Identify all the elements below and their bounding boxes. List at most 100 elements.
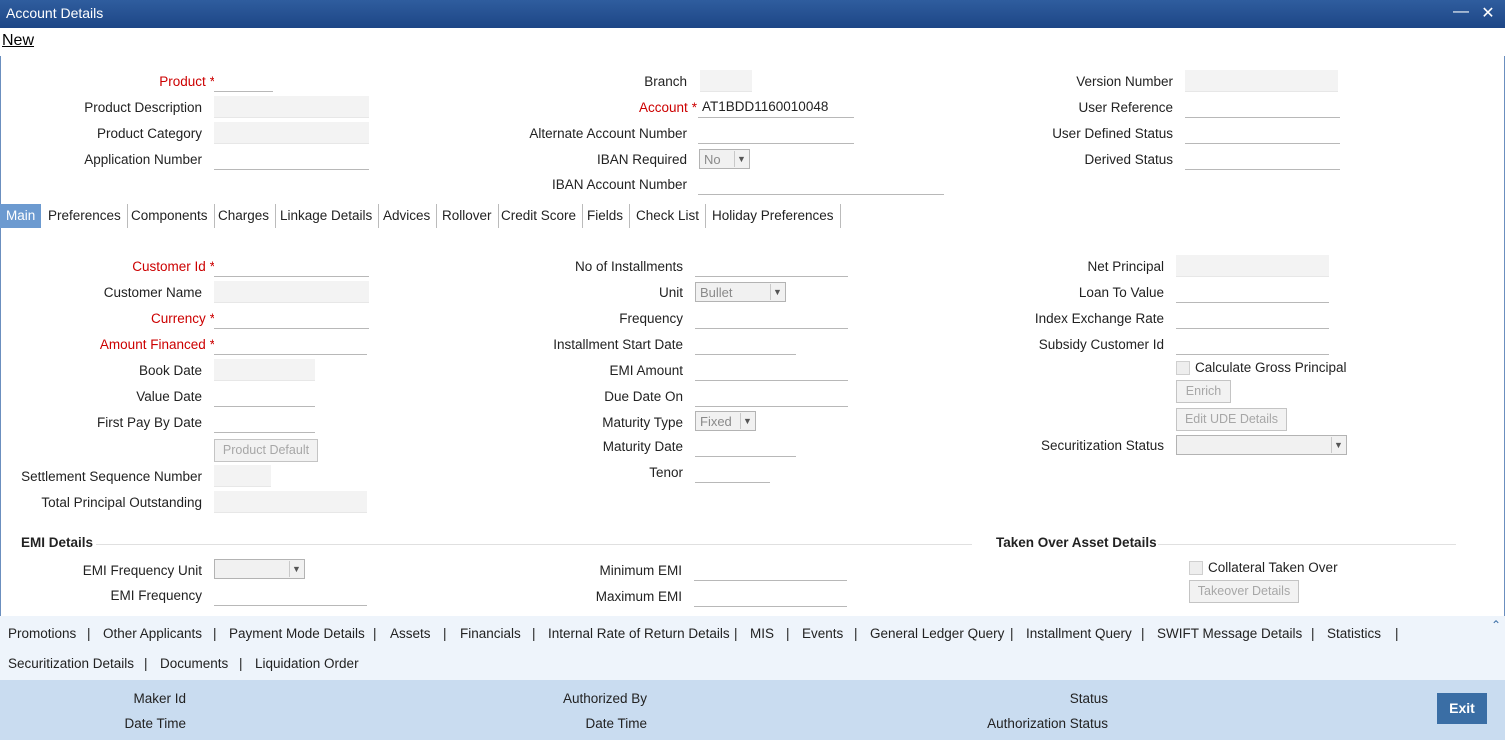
total-principal-field xyxy=(214,491,367,513)
checker-date-time-label: Date Time xyxy=(585,716,647,731)
close-icon[interactable]: ✕ xyxy=(1479,3,1497,23)
alternate-account-input[interactable] xyxy=(698,122,854,144)
link-assets[interactable]: Assets xyxy=(390,626,431,641)
frequency-label: Frequency xyxy=(619,311,683,326)
tab-rollover[interactable]: Rollover xyxy=(436,204,499,228)
link-separator: | xyxy=(1010,626,1014,641)
tenor-label: Tenor xyxy=(649,465,683,480)
link-liquidation-order[interactable]: Liquidation Order xyxy=(255,656,359,671)
link-events[interactable]: Events xyxy=(802,626,843,641)
tab-linkage-details[interactable]: Linkage Details xyxy=(274,204,380,228)
unit-select[interactable]: Bullet ▼ xyxy=(695,282,786,302)
loan-to-value-input[interactable] xyxy=(1176,281,1329,303)
link-securitization-details[interactable]: Securitization Details xyxy=(8,656,134,671)
user-reference-input[interactable] xyxy=(1185,96,1340,118)
tab-credit-score[interactable]: Credit Score xyxy=(495,204,584,228)
currency-input[interactable] xyxy=(214,307,369,329)
tab-main[interactable]: Main xyxy=(0,204,42,228)
installment-start-date-input[interactable] xyxy=(695,333,796,355)
currency-label: Currency * xyxy=(150,311,215,326)
index-exchange-rate-input[interactable] xyxy=(1176,307,1329,329)
maturity-type-select[interactable]: Fixed ▼ xyxy=(695,411,756,431)
emi-frequency-unit-label: EMI Frequency Unit xyxy=(82,563,202,578)
index-exchange-rate-label: Index Exchange Rate xyxy=(1034,311,1164,326)
scroll-up-icon[interactable]: ⌃ xyxy=(1491,618,1501,632)
maturity-date-input[interactable] xyxy=(695,435,796,457)
tab-preferences[interactable]: Preferences xyxy=(42,204,128,228)
tab-advices[interactable]: Advices xyxy=(377,204,438,228)
minimize-icon[interactable]: — xyxy=(1452,3,1470,21)
maturity-type-label: Maturity Type xyxy=(602,415,683,430)
value-date-label: Value Date xyxy=(136,389,202,404)
tab-holiday-preferences[interactable]: Holiday Preferences xyxy=(706,204,841,228)
link-separator: | xyxy=(786,626,790,641)
exit-button[interactable]: Exit xyxy=(1437,693,1487,724)
subsidy-customer-id-label: Subsidy Customer Id xyxy=(1038,337,1164,352)
emi-frequency-unit-select[interactable]: ▼ xyxy=(214,559,305,579)
securitization-status-select[interactable]: ▼ xyxy=(1176,435,1347,455)
tab-components[interactable]: Components xyxy=(125,204,215,228)
account-label: Account * xyxy=(638,100,697,115)
derived-status-input[interactable] xyxy=(1185,148,1340,170)
account-input[interactable]: AT1BDD1160010048 xyxy=(698,96,854,118)
book-date-label: Book Date xyxy=(138,363,202,378)
frequency-input[interactable] xyxy=(695,307,848,329)
link-gl-query[interactable]: General Ledger Query xyxy=(870,626,1004,641)
link-separator: | xyxy=(854,626,858,641)
user-defined-status-input[interactable] xyxy=(1185,122,1340,144)
maximum-emi-input[interactable] xyxy=(694,585,847,607)
amount-financed-input[interactable] xyxy=(214,333,367,355)
first-pay-by-date-input[interactable] xyxy=(214,411,315,433)
emi-frequency-input[interactable] xyxy=(214,584,367,606)
maximum-emi-label: Maximum EMI xyxy=(595,589,682,604)
product-description-field xyxy=(214,96,369,118)
link-irr-details[interactable]: Internal Rate of Return Details xyxy=(548,626,730,641)
collateral-taken-over-checkbox[interactable] xyxy=(1189,561,1203,575)
product-category-field xyxy=(214,122,369,144)
tenor-input[interactable] xyxy=(695,461,770,483)
installments-input[interactable] xyxy=(695,255,848,277)
emi-section-divider xyxy=(96,544,972,545)
link-separator: | xyxy=(213,626,217,641)
application-number-label: Application Number xyxy=(84,152,202,167)
application-number-input[interactable] xyxy=(214,148,369,170)
minimum-emi-label: Minimum EMI xyxy=(599,563,682,578)
takeover-details-button[interactable]: Takeover Details xyxy=(1189,580,1299,603)
link-financials[interactable]: Financials xyxy=(460,626,521,641)
calculate-gross-principal-checkbox[interactable] xyxy=(1176,361,1190,375)
value-date-input[interactable] xyxy=(214,385,315,407)
iban-account-label: IBAN Account Number xyxy=(551,177,687,192)
link-separator: | xyxy=(443,626,447,641)
link-separator: | xyxy=(1395,626,1399,641)
branch-label: Branch xyxy=(644,74,687,89)
customer-id-input[interactable] xyxy=(214,255,369,277)
tab-fields[interactable]: Fields xyxy=(581,204,631,228)
link-other-applicants[interactable]: Other Applicants xyxy=(103,626,202,641)
link-documents[interactable]: Documents xyxy=(160,656,228,671)
subsidy-customer-id-input[interactable] xyxy=(1176,333,1329,355)
link-installment-query[interactable]: Installment Query xyxy=(1026,626,1132,641)
link-swift-message-details[interactable]: SWIFT Message Details xyxy=(1157,626,1302,641)
link-separator: | xyxy=(1311,626,1315,641)
iban-account-input[interactable] xyxy=(698,173,944,195)
iban-required-select[interactable]: No ▼ xyxy=(699,149,750,169)
minimum-emi-input[interactable] xyxy=(694,559,847,581)
link-promotions[interactable]: Promotions xyxy=(8,626,76,641)
unit-value: Bullet xyxy=(700,285,733,300)
emi-amount-input[interactable] xyxy=(695,359,848,381)
link-statistics[interactable]: Statistics xyxy=(1327,626,1381,641)
new-link[interactable]: New xyxy=(2,32,34,50)
chevron-down-icon: ▼ xyxy=(1331,437,1345,453)
link-mis[interactable]: MIS xyxy=(750,626,774,641)
tab-check-list[interactable]: Check List xyxy=(630,204,707,228)
tab-charges[interactable]: Charges xyxy=(212,204,277,228)
due-date-on-input[interactable] xyxy=(695,385,848,407)
installment-start-date-label: Installment Start Date xyxy=(553,337,683,352)
product-default-button[interactable]: Product Default xyxy=(214,439,318,462)
enrich-button[interactable]: Enrich xyxy=(1176,380,1231,403)
link-payment-mode-details[interactable]: Payment Mode Details xyxy=(229,626,365,641)
maturity-date-label: Maturity Date xyxy=(602,439,683,454)
edit-ude-details-button[interactable]: Edit UDE Details xyxy=(1176,408,1287,431)
product-input[interactable] xyxy=(214,70,273,92)
maturity-type-value: Fixed xyxy=(700,414,732,429)
